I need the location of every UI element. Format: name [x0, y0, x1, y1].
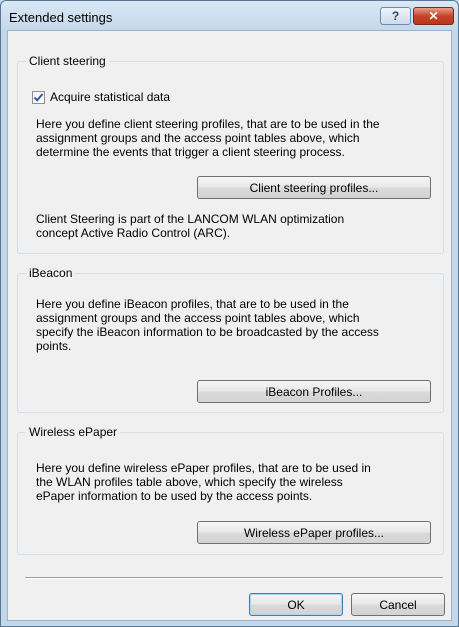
close-button[interactable]: ✕: [413, 7, 454, 25]
client-steering-note-line-2: concept Active Radio Control (ARC).: [36, 226, 231, 240]
ibeacon-profiles-button[interactable]: iBeacon Profiles...: [197, 380, 431, 403]
ibeacon-description-line-1: Here you define iBeacon profiles, that a…: [36, 297, 349, 311]
ibeacon-description-line-4: points.: [36, 339, 72, 353]
client-steering-note-line-1: Client Steering is part of the LANCOM WL…: [36, 212, 345, 226]
wireless-epaper-legend: Wireless ePaper: [26, 425, 121, 439]
epaper-description-line-3: ePaper information to be used by the acc…: [36, 489, 313, 503]
title-bar[interactable]: Extended settings ? ✕: [1, 1, 458, 33]
client-steering-description-line-3: determine the events that trigger a clie…: [36, 145, 345, 159]
client-steering-profiles-button[interactable]: Client steering profiles...: [197, 176, 431, 199]
client-steering-description-line-2: assignment groups and the access point t…: [36, 131, 360, 145]
epaper-description-line-2: the WLAN profiles table above, which spe…: [36, 475, 343, 489]
help-icon: ?: [391, 9, 400, 23]
client-steering-legend: Client steering: [26, 54, 109, 68]
epaper-description-line-1: Here you define wireless ePaper profiles…: [36, 461, 371, 475]
cancel-button[interactable]: Cancel: [351, 593, 445, 616]
acquire-statistics-label[interactable]: Acquire statistical data: [50, 90, 170, 104]
ok-button[interactable]: OK: [249, 593, 343, 616]
acquire-statistics-checkbox[interactable]: [32, 91, 45, 104]
help-button[interactable]: ?: [380, 7, 411, 25]
window-title: Extended settings: [9, 10, 113, 25]
footer-separator: [25, 577, 443, 579]
ibeacon-description-line-2: assignment groups and the access point t…: [36, 311, 360, 325]
ibeacon-description-line-3: specify the iBeacon information to be br…: [36, 325, 379, 339]
checkmark-icon: [33, 93, 44, 102]
close-icon: ✕: [428, 9, 439, 23]
ibeacon-group: iBeacon Here you define iBeacon profiles…: [17, 266, 444, 413]
client-steering-description-line-1: Here you define client steering profiles…: [36, 117, 380, 131]
ibeacon-legend: iBeacon: [26, 266, 76, 280]
wireless-epaper-group: Wireless ePaper Here you define wireless…: [17, 425, 444, 555]
wireless-epaper-profiles-button[interactable]: Wireless ePaper profiles...: [197, 521, 431, 544]
client-steering-group: Client steering Acquire statistical data…: [17, 54, 444, 254]
